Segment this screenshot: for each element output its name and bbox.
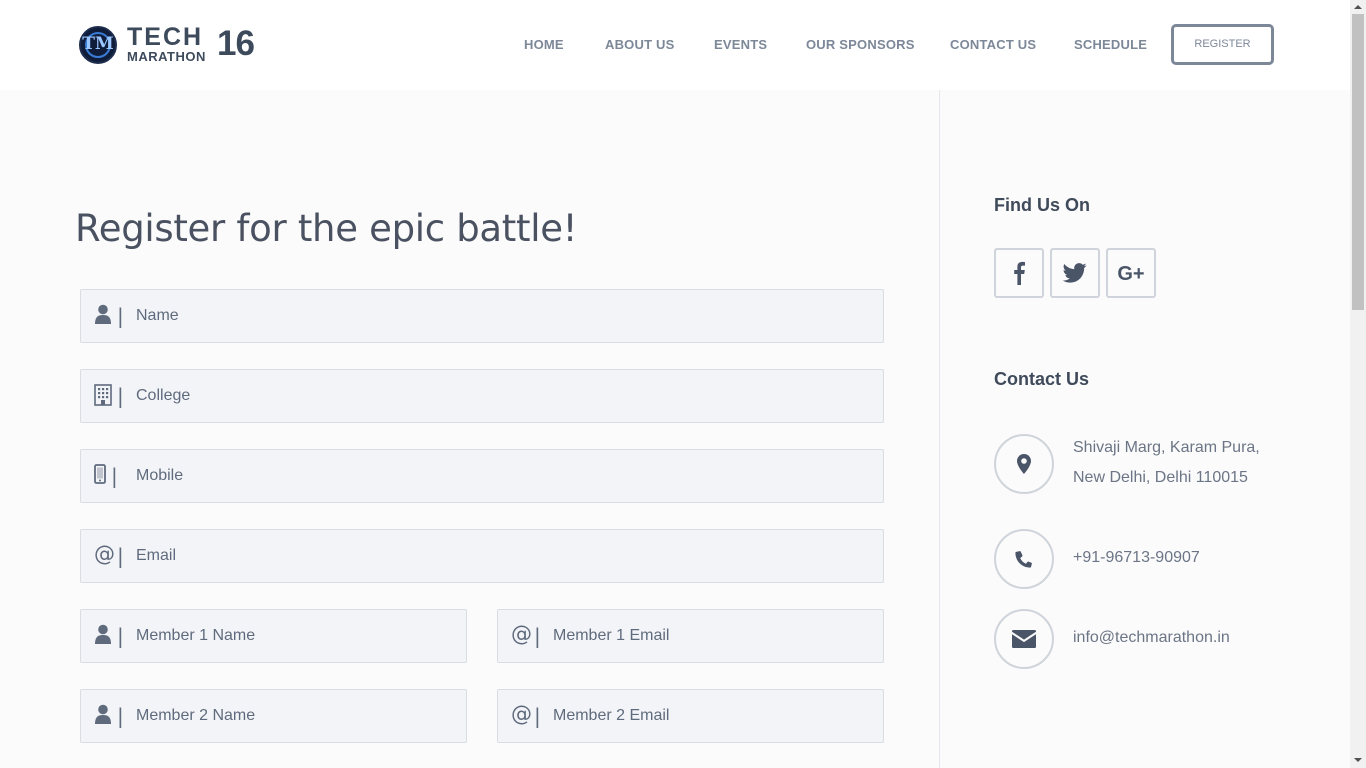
address-line-2: New Delhi, Delhi 110015 (1073, 469, 1248, 486)
scrollbar-thumb[interactable] (1352, 14, 1364, 310)
at-sign-icon: @ (94, 542, 115, 566)
name-placeholder: Name (136, 307, 179, 324)
mobile-field[interactable]: | Mobile (80, 449, 884, 503)
content-divider (939, 90, 940, 768)
site-header: TM TECH MARATHON 16 HOME ABOUT US EVENTS… (0, 0, 1350, 90)
scroll-up-icon[interactable] (1354, 5, 1362, 9)
mobile-placeholder: Mobile (136, 467, 184, 484)
college-placeholder: College (136, 387, 191, 404)
phone-number[interactable]: +91-96713-90907 (1073, 543, 1200, 573)
phone-badge (994, 529, 1054, 589)
college-field[interactable]: | College (80, 369, 884, 423)
nav-about-us[interactable]: ABOUT US (605, 36, 675, 53)
envelope-icon (1012, 630, 1036, 648)
facebook-button[interactable] (994, 248, 1044, 298)
google-plus-icon: G+ (1117, 263, 1145, 285)
member1-name-field[interactable]: | Member 1 Name (80, 609, 467, 663)
member2-name-field[interactable]: | Member 2 Name (80, 689, 467, 743)
address-line-1: Shivaji Marg, Karam Pura, (1073, 439, 1260, 456)
facebook-icon (1014, 261, 1025, 285)
contact-email[interactable]: info@techmarathon.in (1073, 623, 1230, 653)
email-field[interactable]: @ | Email (80, 529, 884, 583)
scroll-down-icon[interactable] (1354, 758, 1362, 762)
find-us-heading: Find Us On (994, 195, 1090, 215)
page-title: Register for the epic battle! (75, 207, 578, 250)
at-sign-icon: @ (511, 622, 532, 646)
at-sign-icon: @ (511, 702, 532, 726)
phone-icon (1015, 551, 1033, 568)
building-icon (94, 384, 114, 406)
twitter-icon (1063, 263, 1087, 283)
map-marker-icon (1017, 454, 1031, 474)
nav-contact-us[interactable]: CONTACT US (950, 36, 1036, 53)
nav-schedule[interactable]: SCHEDULE (1074, 36, 1147, 53)
email-placeholder: Email (136, 547, 177, 564)
member1-email-placeholder: Member 1 Email (553, 627, 670, 644)
page-scrollbar[interactable] (1350, 0, 1366, 768)
user-icon (94, 704, 114, 726)
member1-email-field[interactable]: @ | Member 1 Email (497, 609, 884, 663)
nav-events[interactable]: EVENTS (714, 36, 767, 53)
google-plus-button[interactable]: G+ (1106, 248, 1156, 298)
location-badge (994, 434, 1054, 494)
user-icon (94, 624, 114, 646)
twitter-button[interactable] (1050, 248, 1100, 298)
user-icon (94, 304, 114, 326)
email-badge (994, 609, 1054, 669)
member2-email-placeholder: Member 2 Email (553, 707, 670, 724)
contact-heading: Contact Us (994, 369, 1090, 389)
member2-email-field[interactable]: @ | Member 2 Email (497, 689, 884, 743)
main-nav: HOME ABOUT US EVENTS OUR SPONSORS CONTAC… (0, 36, 1350, 56)
name-field[interactable]: | Name (80, 289, 884, 343)
member1-name-placeholder: Member 1 Name (136, 627, 256, 644)
register-button[interactable]: REGISTER (1171, 24, 1274, 65)
nav-home[interactable]: HOME (524, 36, 564, 53)
nav-our-sponsors[interactable]: OUR SPONSORS (806, 36, 915, 53)
member2-name-placeholder: Member 2 Name (136, 707, 256, 724)
